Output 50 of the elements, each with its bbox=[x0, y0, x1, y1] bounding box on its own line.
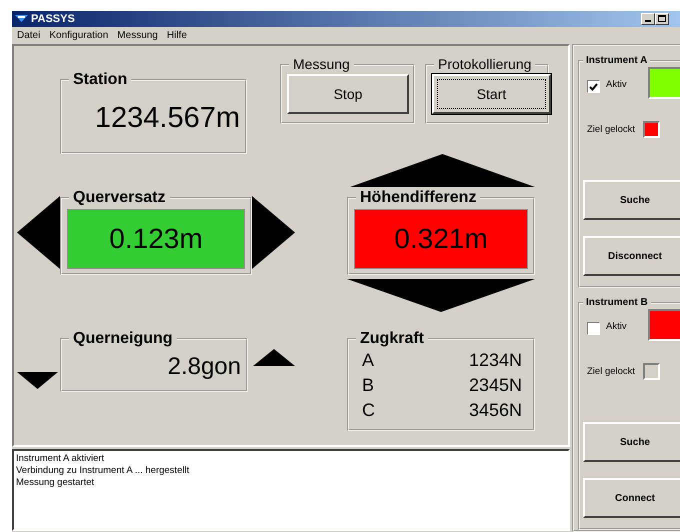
force-label: C bbox=[362, 398, 375, 422]
menu-item[interactable]: Konfiguration bbox=[49, 30, 108, 41]
value-display: 0.123m bbox=[67, 208, 245, 269]
log-line: Messung gestartet bbox=[16, 477, 96, 489]
group-label: Höhendifferenz bbox=[359, 189, 478, 207]
triangle-up-icon bbox=[253, 349, 295, 366]
triangle-down-icon bbox=[17, 372, 58, 389]
check-icon bbox=[589, 82, 598, 90]
lock-label: Ziel gelockt bbox=[587, 366, 636, 377]
log-line: Verbindung zu Instrument A ... hergestellt bbox=[16, 465, 190, 477]
group-label: Querneigung bbox=[72, 330, 174, 348]
active-checkbox[interactable] bbox=[587, 80, 600, 93]
group-label: Instrument A bbox=[585, 55, 648, 66]
group-label: Station bbox=[72, 71, 128, 89]
instrument-button[interactable]: Suche bbox=[583, 180, 680, 220]
group-label: Instrument B bbox=[585, 297, 649, 308]
triangle-left-icon bbox=[17, 196, 60, 269]
force-value: 2345N bbox=[468, 374, 522, 397]
instrument-button[interactable]: Connect bbox=[583, 478, 680, 518]
active-checkbox[interactable] bbox=[587, 322, 600, 335]
group-label: Querversatz bbox=[72, 189, 166, 207]
force-value: 3456N bbox=[468, 398, 522, 422]
instrument-button[interactable]: Disconnect bbox=[583, 236, 680, 276]
checkbox-label: Aktiv bbox=[606, 79, 627, 90]
stop-button[interactable]: Stop bbox=[287, 74, 409, 114]
group-label: Messung bbox=[292, 57, 351, 72]
value-display: 0.321m bbox=[354, 208, 528, 269]
triangle-down-icon bbox=[347, 279, 535, 312]
group-label: Zugkraft bbox=[359, 330, 425, 348]
maximize-button[interactable] bbox=[655, 12, 669, 25]
start-button[interactable]: Start bbox=[432, 74, 551, 114]
window-title: PASSYS bbox=[31, 12, 75, 25]
triangle-right-icon bbox=[252, 196, 295, 269]
instrument-button[interactable]: Suche bbox=[583, 422, 680, 462]
menu-item[interactable]: Hilfe bbox=[166, 30, 187, 41]
force-value: 1234N bbox=[468, 348, 522, 372]
force-label: B bbox=[362, 374, 374, 397]
tilt-value: 2.8gon bbox=[166, 352, 241, 381]
lock-label: Ziel gelockt bbox=[587, 124, 636, 135]
maximize-icon bbox=[658, 15, 666, 22]
menu-item[interactable]: Messung bbox=[117, 30, 158, 41]
triangle-up-icon bbox=[350, 154, 535, 187]
checkbox-label: Aktiv bbox=[606, 321, 627, 332]
log-line: Instrument A aktiviert bbox=[16, 453, 106, 465]
force-label: A bbox=[362, 348, 374, 372]
group-label: Protokollierung bbox=[437, 57, 532, 72]
app-icon bbox=[15, 14, 28, 24]
menu-item[interactable]: Datei bbox=[17, 30, 40, 41]
station-value: 1234.567m bbox=[94, 102, 240, 135]
minimize-button[interactable] bbox=[641, 12, 655, 25]
